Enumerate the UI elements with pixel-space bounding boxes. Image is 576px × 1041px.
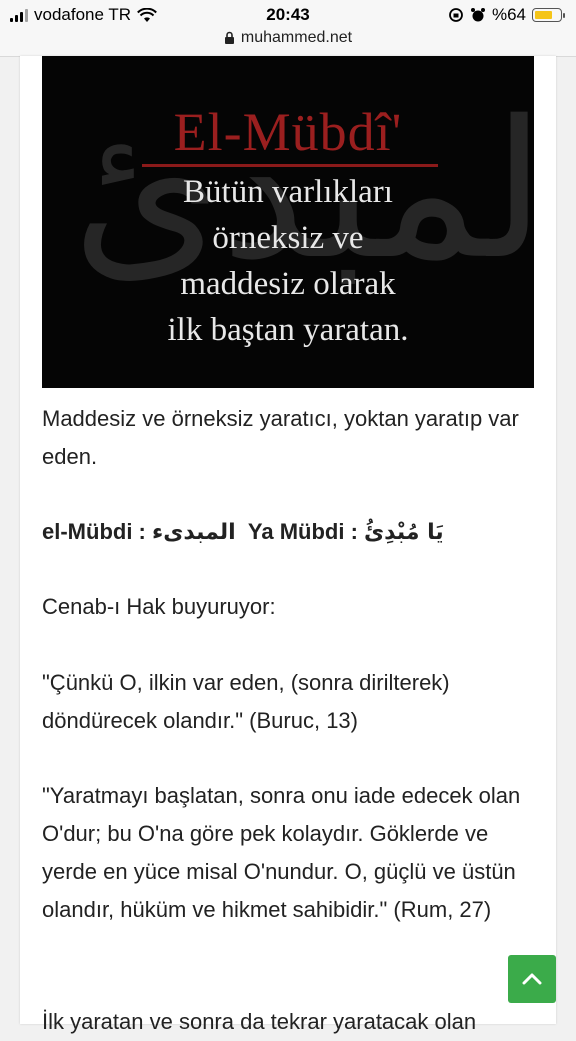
call-latin: Ya Mübdi : bbox=[247, 519, 358, 544]
quote-paragraph: "Yaratmayı başlatan, sonra onu iade edec… bbox=[42, 783, 521, 922]
hero-title-underline bbox=[142, 164, 438, 167]
scroll-to-top-button[interactable] bbox=[508, 955, 556, 1003]
hero-line: örneksiz ve bbox=[212, 220, 364, 256]
name-arabic: المبدىء bbox=[152, 520, 236, 545]
battery-icon bbox=[532, 8, 565, 22]
hero-title: El-Mübdî' bbox=[173, 102, 403, 162]
lock-icon bbox=[224, 31, 234, 44]
status-bar: vodafone TR 20:43 muhammed.net %64 bbox=[0, 0, 576, 57]
quote-paragraph: "Çünkü O, ilkin var eden, (sonra dirilte… bbox=[42, 670, 450, 733]
call-arabic: يَا مُبْدِئُ bbox=[364, 520, 444, 545]
intro-paragraph: Cenab-ı Hak buyuruyor: bbox=[42, 594, 276, 619]
battery-percent: %64 bbox=[491, 5, 526, 24]
address-bar[interactable]: muhammed.net bbox=[0, 29, 576, 47]
alarm-icon bbox=[470, 8, 485, 22]
rotation-lock-icon bbox=[449, 8, 463, 22]
article-card: المبدئ El-Mübdî' Bütün varlıkları örneks… bbox=[20, 56, 556, 1034]
chevron-up-icon bbox=[522, 973, 542, 985]
url-text: muhammed.net bbox=[240, 29, 353, 46]
partial-paragraph: İlk yaratan ve sonra da tekrar yaratacak… bbox=[42, 1009, 477, 1034]
status-right: %64 bbox=[448, 5, 565, 25]
definition-paragraph: Maddesiz ve örneksiz yaratıcı, yoktan ya… bbox=[42, 406, 519, 469]
hero-image: المبدئ El-Mübdî' Bütün varlıkları örneks… bbox=[42, 56, 534, 388]
hero-line: Bütün varlıkları bbox=[183, 174, 393, 210]
name-line: el-Mübdi : المبدىء Ya Mübdi : يَا مُبْدِ… bbox=[42, 513, 542, 552]
name-latin: el-Mübdi : bbox=[42, 519, 146, 544]
hero-line: ilk baştan yaratan. bbox=[167, 312, 409, 348]
hero-line: maddesiz olarak bbox=[180, 266, 396, 302]
